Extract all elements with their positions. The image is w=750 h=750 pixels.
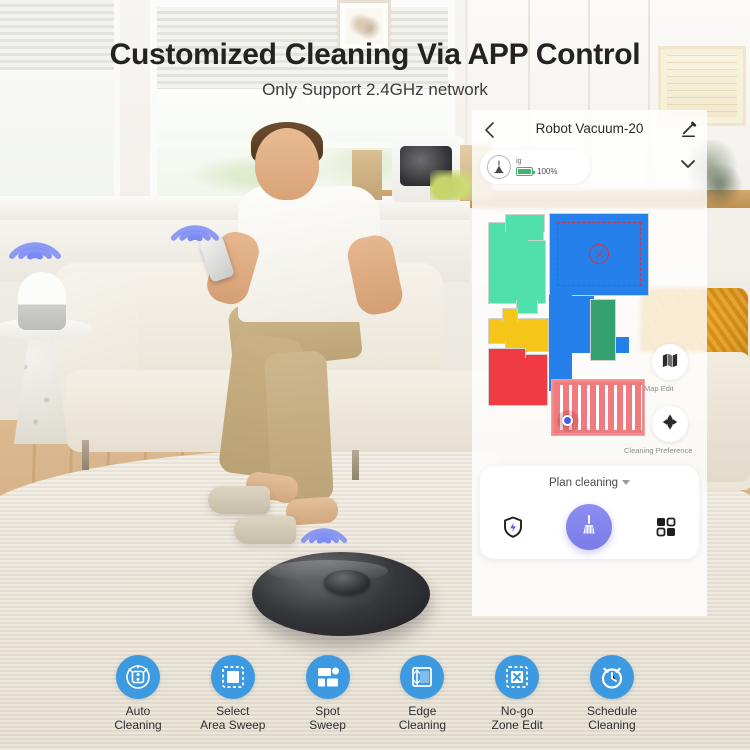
map-edit-label: Map Edit bbox=[644, 384, 674, 393]
control-buttons-row bbox=[480, 502, 699, 552]
feature-label: Auto Cleaning bbox=[114, 704, 162, 732]
sweep-path-cap bbox=[554, 382, 642, 385]
cleaning-mode-label: Plan cleaning bbox=[548, 477, 619, 489]
slipper bbox=[234, 516, 296, 544]
map-edit-icon bbox=[661, 352, 679, 373]
room-red[interactable] bbox=[488, 354, 548, 406]
promo-banner: Customized Cleaning Via APP Control Only… bbox=[0, 0, 750, 750]
wifi-signal-icon bbox=[8, 222, 62, 262]
feature-auto-cleaning[interactable]: Auto Cleaning bbox=[94, 655, 182, 750]
wifi-signal-icon bbox=[300, 510, 348, 546]
feature-schedule-cleaning[interactable]: Schedule Cleaning bbox=[568, 655, 656, 750]
person-head bbox=[255, 128, 319, 200]
feature-label: Schedule Cleaning bbox=[586, 704, 637, 732]
battery-level: 100% bbox=[537, 167, 558, 176]
app-header: Robot Vacuum-20 bbox=[472, 110, 707, 152]
room-green[interactable] bbox=[590, 299, 616, 361]
feature-label: Select Area Sweep bbox=[200, 704, 266, 732]
map-edit-button[interactable] bbox=[652, 344, 688, 380]
robot-position-dot[interactable] bbox=[562, 415, 573, 426]
feature-select-area-sweep[interactable]: Select Area Sweep bbox=[189, 655, 277, 750]
page-subtitle: Only Support 2.4GHz network bbox=[262, 80, 488, 99]
pencil-edit-icon[interactable] bbox=[679, 121, 698, 140]
no-go-zone-edit-icon bbox=[495, 655, 540, 699]
edge-cleaning-icon bbox=[400, 655, 445, 699]
feature-label: Edge Cleaning bbox=[398, 704, 447, 732]
select-area-sweep-icon bbox=[210, 655, 255, 699]
caret-down-icon[interactable] bbox=[622, 480, 631, 486]
cleaning-map[interactable]: Map Edit Cleaning Preference bbox=[472, 196, 707, 458]
room-grid-icon[interactable] bbox=[654, 515, 678, 539]
slipper bbox=[208, 486, 270, 514]
feature-strip: Auto Cleaning Select Area Sweep Spot Swe… bbox=[0, 655, 750, 750]
shield-charge-icon[interactable] bbox=[501, 515, 525, 539]
feature-label: No-go Zone Edit bbox=[491, 704, 543, 732]
cleaning-preference-label: Cleaning Preference bbox=[624, 446, 693, 455]
chevron-down-icon[interactable] bbox=[677, 153, 699, 175]
feature-no-go-zone-edit[interactable]: No-go Zone Edit bbox=[473, 655, 561, 750]
room-mint[interactable] bbox=[505, 214, 545, 232]
side-window bbox=[0, 0, 120, 200]
auto-cleaning-icon bbox=[116, 655, 160, 699]
control-card: Plan cleaning bbox=[480, 466, 699, 559]
spot-sweep-icon bbox=[305, 655, 350, 699]
feature-spot-sweep[interactable]: Spot Sweep bbox=[284, 655, 372, 750]
room-mint[interactable] bbox=[516, 300, 538, 314]
room-blue-corridor[interactable] bbox=[549, 295, 572, 391]
cleaning-preference-button[interactable] bbox=[652, 406, 688, 442]
no-go-zone-x-icon[interactable] bbox=[589, 244, 609, 264]
page-title: Customized Cleaning Via APP Control bbox=[109, 38, 641, 71]
room-yellow[interactable] bbox=[502, 308, 518, 322]
feature-edge-cleaning[interactable]: Edge Cleaning bbox=[378, 655, 466, 750]
fruit-bowl bbox=[430, 170, 474, 200]
cleaning-preference-icon bbox=[661, 413, 679, 436]
battery-full-icon bbox=[516, 167, 535, 176]
start-cleaning-button[interactable] bbox=[566, 504, 613, 550]
room-red[interactable] bbox=[488, 348, 526, 358]
broom-clean-icon bbox=[577, 513, 601, 542]
app-device-title: Robot Vacuum-20 bbox=[535, 121, 644, 136]
robot-vacuum-icon bbox=[487, 155, 511, 179]
room-mint[interactable] bbox=[528, 240, 546, 304]
smart-speaker bbox=[18, 272, 66, 330]
feature-label: Spot Sweep bbox=[309, 704, 346, 732]
schedule-cleaning-icon bbox=[589, 655, 634, 699]
device-short-name: ig bbox=[516, 158, 522, 165]
cleaning-mode-selector[interactable]: Plan cleaning bbox=[480, 477, 699, 489]
robot-vacuum-device bbox=[252, 552, 430, 636]
lidar-turret bbox=[324, 570, 370, 594]
wifi-signal-icon bbox=[170, 206, 220, 244]
device-status-pill[interactable]: ig 100% bbox=[480, 150, 590, 184]
phone-app-panel: Robot Vacuum-20 ig 100% Map Edit Cleanin… bbox=[472, 110, 707, 616]
